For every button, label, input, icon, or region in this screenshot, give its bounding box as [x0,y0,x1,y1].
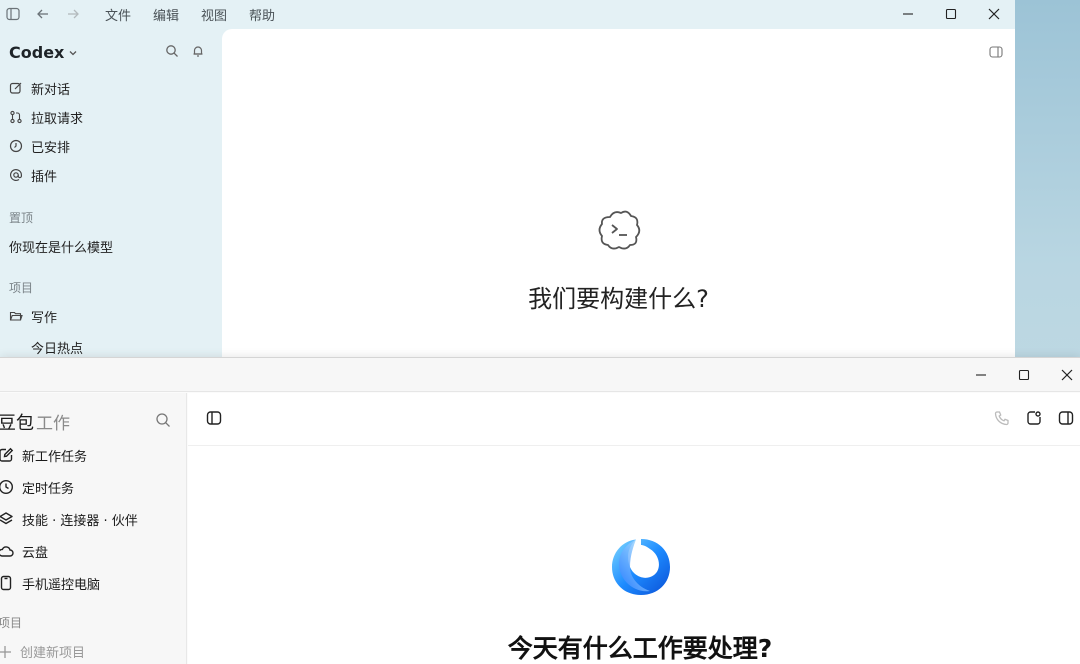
nav-label: 定时任务 [22,481,75,497]
nav-scheduled-tasks[interactable]: 定时任务 [0,477,74,497]
toolbar-right-tools [994,410,1074,426]
doubao-brand: 豆包 工作 [0,409,70,435]
nav-label: 插件 [31,169,58,185]
nav-label: 新工作任务 [22,449,88,465]
phone-call-icon[interactable] [994,410,1010,426]
maximize-button[interactable] [929,0,972,28]
search-icon[interactable] [165,44,179,58]
nav-phone-remote[interactable]: 手机遥控电脑 [0,573,100,593]
menu-file[interactable]: 文件 [105,5,131,24]
nav-label: 云盘 [22,545,49,561]
layers-icon [0,511,14,527]
nav-plugins[interactable]: 插件 [9,165,57,185]
menu-edit[interactable]: 编辑 [153,5,179,24]
panel-toggle-icon[interactable] [989,45,1003,59]
thread-title: 今日热点 [31,341,84,357]
nav-pull-requests[interactable]: 拉取请求 [9,107,83,127]
close-button[interactable] [1045,358,1080,392]
cloud-icon [0,543,14,559]
back-arrow-icon[interactable] [35,6,51,22]
nav-new-work-task[interactable]: 新工作任务 [0,445,87,465]
doubao-main-panel: 今天有什么工作要处理? [188,393,1080,664]
thread-title: 你现在是什么模型 [9,240,114,256]
pinned-thread-item[interactable]: 你现在是什么模型 [9,236,113,256]
minimize-button[interactable] [886,0,929,28]
doubao-toolbar [188,393,1080,446]
clock-icon [0,479,14,495]
nav-label: 已安排 [31,140,71,156]
forward-arrow-icon[interactable] [65,6,81,22]
sidebar-tools [165,44,205,58]
edit-icon [9,81,23,95]
nav-cloud-drive[interactable]: 云盘 [0,541,48,561]
projects-section-label: 项目 [9,281,34,295]
folder-label: 写作 [31,310,58,326]
nav-label: 手机遥控电脑 [22,577,101,593]
doubao-sidebar: 豆包 工作 新工作任务 定时任务 技能 · 连接器 · 伙伴 云盘 手机遥控电脑… [0,393,187,664]
create-project-button[interactable]: 创建新项目 [0,642,85,661]
codex-hero-title: 我们要构建什么? [528,285,709,313]
pinned-section-label: 置顶 [9,211,34,225]
close-button[interactable] [972,0,1015,28]
right-panel-toggle-icon[interactable] [1058,410,1074,426]
nav-label: 拉取请求 [31,111,84,127]
nav-label: 技能 · 连接器 · 伙伴 [22,513,138,529]
codex-main-panel: 我们要构建什么? [222,29,1015,380]
doubao-window: 豆包 工作 新工作任务 定时任务 技能 · 连接器 · 伙伴 云盘 手机遥控电脑… [0,357,1080,664]
folder-open-icon [9,309,23,323]
nav-new-chat[interactable]: 新对话 [9,78,70,98]
edit-icon [0,447,14,463]
projects-section-label: 项目 [0,616,23,630]
menu-view[interactable]: 视图 [201,5,227,24]
codex-cloud-terminal-icon [596,207,642,253]
create-project-label: 创建新项目 [20,646,86,661]
codex-window: 文件 编辑 视图 帮助 Codex 新对话 拉取请求 已安排 插件 置顶 你现在… [0,0,1015,380]
brand-subtitle: 工作 [36,414,70,434]
search-icon[interactable] [155,412,171,428]
codex-window-controls [886,0,1015,28]
new-chat-icon[interactable] [1026,410,1042,426]
doubao-window-controls [959,358,1080,392]
sidebar-toggle-icon[interactable] [5,6,21,22]
minimize-button[interactable] [959,358,1002,392]
chevron-down-icon [68,48,78,58]
doubao-logo-icon [610,535,672,599]
nav-scheduled[interactable]: 已安排 [9,136,70,156]
codex-menubar: 文件 编辑 视图 帮助 [105,5,275,24]
bell-icon[interactable] [191,44,205,58]
pull-request-icon [9,110,23,124]
clock-icon [9,139,23,153]
codex-titlebar: 文件 编辑 视图 帮助 [0,0,1015,28]
at-icon [9,168,23,182]
menu-help[interactable]: 帮助 [249,5,275,24]
doubao-hero-title: 今天有什么工作要处理? [507,634,773,663]
codex-sidebar: Codex 新对话 拉取请求 已安排 插件 置顶 你现在是什么模型 项目 写作 … [0,28,222,380]
project-folder-writing[interactable]: 写作 [9,306,57,326]
sidebar-toggle-icon[interactable] [206,410,222,426]
nav-label: 新对话 [31,82,71,98]
brand-name: Codex [9,43,65,62]
workspace-switcher[interactable]: Codex [9,43,78,62]
project-thread-item[interactable]: 今日热点 [31,337,83,357]
maximize-button[interactable] [1002,358,1045,392]
doubao-titlebar [0,358,1080,392]
phone-icon [0,575,14,591]
brand-name: 豆包 [0,413,34,434]
nav-skills-connectors[interactable]: 技能 · 连接器 · 伙伴 [0,509,138,529]
plus-icon [0,645,12,659]
